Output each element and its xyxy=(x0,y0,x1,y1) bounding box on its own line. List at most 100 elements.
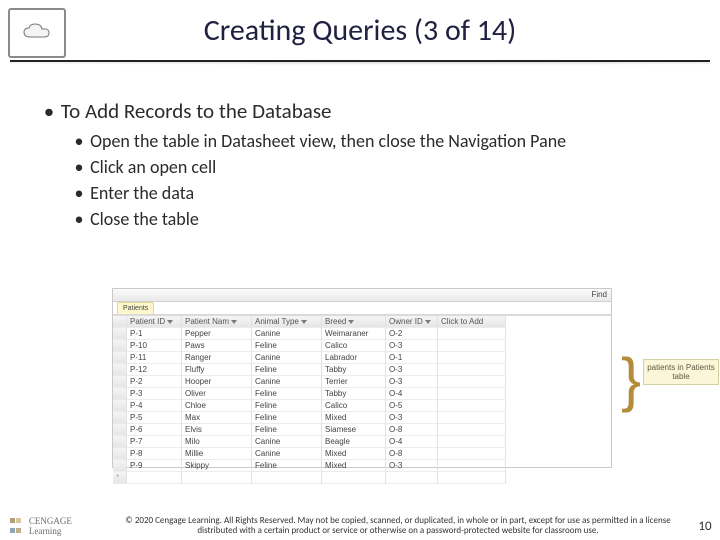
cell: P-3 xyxy=(127,388,182,400)
cell xyxy=(438,436,506,448)
cell: Feline xyxy=(252,400,322,412)
new-row-icon: * xyxy=(113,472,127,484)
row-header xyxy=(113,340,127,352)
footer: CENGAGE Learning © 2020 Cengage Learning… xyxy=(0,516,720,536)
cell: P-9 xyxy=(127,460,182,472)
cell xyxy=(438,424,506,436)
cell: Hooper xyxy=(182,376,252,388)
column-header: Patient ID xyxy=(127,316,182,328)
cell xyxy=(438,376,506,388)
row-header xyxy=(113,448,127,460)
cell xyxy=(386,472,438,484)
cell: O-3 xyxy=(386,412,438,424)
cell: Feline xyxy=(252,340,322,352)
cell: O-4 xyxy=(386,436,438,448)
row-header xyxy=(113,460,127,472)
table-tab: Patients xyxy=(113,302,611,315)
cell: Beagle xyxy=(322,436,386,448)
cell: P-8 xyxy=(127,448,182,460)
row-header xyxy=(113,436,127,448)
cell: O-2 xyxy=(386,328,438,340)
cell: Canine xyxy=(252,352,322,364)
row-header xyxy=(113,352,127,364)
cell: Fluffy xyxy=(182,364,252,376)
cell: O-5 xyxy=(386,400,438,412)
cell xyxy=(438,328,506,340)
cell: O-8 xyxy=(386,448,438,460)
cell: P-11 xyxy=(127,352,182,364)
cell: Ranger xyxy=(182,352,252,364)
cell: Paws xyxy=(182,340,252,352)
cell: Canine xyxy=(252,328,322,340)
brand-icon xyxy=(10,518,26,534)
cell: O-3 xyxy=(386,376,438,388)
row-header xyxy=(113,388,127,400)
cell: Skippy xyxy=(182,460,252,472)
cell xyxy=(438,340,506,352)
cell xyxy=(438,448,506,460)
cell: P-2 xyxy=(127,376,182,388)
row-header xyxy=(113,364,127,376)
row-header xyxy=(113,376,127,388)
cell: O-1 xyxy=(386,352,438,364)
subtitle-text: To Add Records to the Database xyxy=(61,98,332,124)
step-item: • Close the table xyxy=(72,208,682,230)
cell xyxy=(438,364,506,376)
cell: Weimaraner xyxy=(322,328,386,340)
cell: Max xyxy=(182,412,252,424)
cell: Millie xyxy=(182,448,252,460)
cell: P-7 xyxy=(127,436,182,448)
footer-brand: CENGAGE Learning xyxy=(0,516,106,536)
cell: Elvis xyxy=(182,424,252,436)
cell: Feline xyxy=(252,412,322,424)
cell xyxy=(182,472,252,484)
cell: Feline xyxy=(252,424,322,436)
cell xyxy=(438,472,506,484)
cell: Mixed xyxy=(322,448,386,460)
step-item: • Open the table in Datasheet view, then… xyxy=(72,130,682,152)
cell: Calico xyxy=(322,400,386,412)
cell: P-12 xyxy=(127,364,182,376)
cell: Tabby xyxy=(322,364,386,376)
cell: Terrier xyxy=(322,376,386,388)
column-header: Breed xyxy=(322,316,386,328)
cell xyxy=(438,460,506,472)
cell: Oliver xyxy=(182,388,252,400)
cell: O-3 xyxy=(386,364,438,376)
subtitle: • To Add Records to the Database xyxy=(42,98,682,124)
cell: Calico xyxy=(322,340,386,352)
cell: P-4 xyxy=(127,400,182,412)
cell xyxy=(438,412,506,424)
cell: O-3 xyxy=(386,460,438,472)
cell xyxy=(322,472,386,484)
slide-title: Creating Queries (3 of 14) xyxy=(0,12,720,49)
cell: P-5 xyxy=(127,412,182,424)
cell: Tabby xyxy=(322,388,386,400)
cell: Feline xyxy=(252,460,322,472)
column-header: Animal Type xyxy=(252,316,322,328)
cell xyxy=(438,352,506,364)
footer-copyright: © 2020 Cengage Learning. All Rights Rese… xyxy=(106,516,690,536)
cell xyxy=(127,472,182,484)
cell: Canine xyxy=(252,436,322,448)
cell: O-3 xyxy=(386,340,438,352)
window-bar: Find xyxy=(113,289,611,302)
cell: P-6 xyxy=(127,424,182,436)
step-item: • Click an open cell xyxy=(72,156,682,178)
row-header xyxy=(113,328,127,340)
cell: O-8 xyxy=(386,424,438,436)
cell: Canine xyxy=(252,376,322,388)
cell: Feline xyxy=(252,364,322,376)
cell xyxy=(252,472,322,484)
cell: Mixed xyxy=(322,412,386,424)
cell xyxy=(438,388,506,400)
cell: Siamese xyxy=(322,424,386,436)
cell: Chloe xyxy=(182,400,252,412)
row-header xyxy=(113,316,127,328)
cell: Labrador xyxy=(322,352,386,364)
callout: patients in Patients table xyxy=(643,359,719,385)
cell: Milo xyxy=(182,436,252,448)
callout-bracket: } xyxy=(621,305,641,455)
cell: Mixed xyxy=(322,460,386,472)
cell xyxy=(438,400,506,412)
